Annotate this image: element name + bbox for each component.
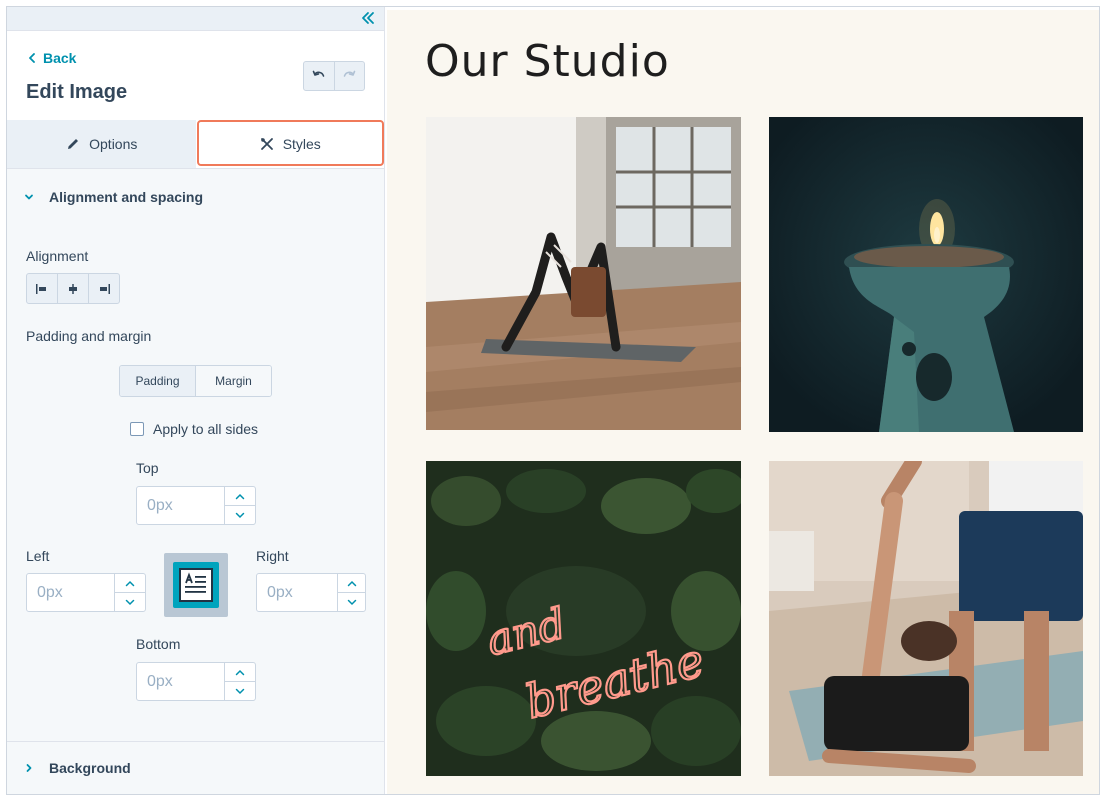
photo-yoga[interactable] — [426, 117, 741, 430]
undo-button[interactable] — [304, 62, 335, 90]
chevron-up-icon — [235, 493, 245, 499]
chevron-down-icon — [25, 194, 33, 200]
box-model-padding — [173, 562, 219, 608]
top-decrement-button[interactable] — [225, 506, 255, 524]
box-model-content — [179, 568, 213, 602]
align-right-icon — [100, 283, 110, 294]
page-title: Our Studio — [425, 36, 670, 87]
alignment-label: Alignment — [26, 248, 89, 264]
chevron-right-icon — [26, 764, 32, 772]
margin-toggle-button[interactable]: Margin — [196, 366, 271, 396]
apply-all-sides-label: Apply to all sides — [153, 421, 259, 437]
chevron-down-icon — [125, 599, 135, 605]
align-left-icon — [36, 283, 46, 294]
chevron-up-icon — [235, 669, 245, 675]
top-padding-input[interactable] — [137, 487, 224, 524]
tab-options-label: Options — [89, 136, 138, 152]
bottom-label: Bottom — [136, 636, 181, 652]
app-window: Back Edit Image Options Styles Alignment… — [6, 6, 1100, 795]
redo-icon — [343, 70, 356, 77]
section-background-toggle[interactable]: Background — [7, 742, 384, 794]
back-label: Back — [43, 50, 77, 66]
undo-redo-group — [303, 61, 365, 91]
top-increment-button[interactable] — [225, 487, 255, 506]
bottom-increment-button[interactable] — [225, 663, 255, 682]
right-padding-input[interactable] — [257, 574, 337, 611]
chevron-down-icon — [347, 599, 356, 605]
pencil-icon — [68, 139, 79, 149]
right-padding-field — [256, 573, 366, 612]
tab-styles[interactable]: Styles — [195, 120, 384, 168]
undo-icon — [312, 70, 325, 77]
right-stepper — [337, 574, 365, 611]
bottom-padding-input[interactable] — [137, 663, 224, 700]
left-stepper — [114, 574, 145, 611]
photo-neon-sign[interactable]: and breathe — [426, 461, 741, 776]
align-center-button[interactable] — [58, 274, 89, 303]
align-right-button[interactable] — [89, 274, 119, 303]
top-padding-field — [136, 486, 256, 525]
collapse-bar — [7, 7, 384, 31]
padding-margin-toggle: Padding Margin — [119, 365, 272, 397]
section-alignment-toggle[interactable]: Alignment and spacing — [7, 169, 384, 225]
page-preview: Our Studio and breathe — [385, 7, 1099, 794]
apply-all-sides-checkbox[interactable] — [130, 422, 144, 436]
chevron-left-icon — [29, 53, 35, 63]
chevron-up-icon — [125, 580, 135, 586]
left-increment-button[interactable] — [115, 574, 145, 593]
double-chevron-left-icon[interactable] — [360, 10, 376, 26]
image-text-icon — [185, 572, 206, 593]
alignment-buttons — [26, 273, 120, 304]
top-stepper — [224, 487, 255, 524]
chevron-down-icon — [235, 688, 245, 694]
preview-page: Our Studio and breathe — [387, 10, 1099, 794]
sidebar-tabs: Options Styles — [7, 120, 384, 169]
section-alignment-title: Alignment and spacing — [49, 189, 204, 205]
right-label: Right — [256, 548, 289, 564]
chevron-up-icon — [347, 580, 356, 586]
align-left-button[interactable] — [27, 274, 58, 303]
left-decrement-button[interactable] — [115, 593, 145, 611]
right-decrement-button[interactable] — [338, 593, 365, 611]
left-padding-input[interactable] — [27, 574, 114, 611]
align-center-icon — [69, 283, 77, 294]
left-label: Left — [26, 548, 50, 564]
left-padding-field — [26, 573, 146, 612]
tab-styles-label: Styles — [282, 136, 321, 152]
padding-margin-label: Padding and margin — [26, 328, 152, 344]
bottom-padding-field — [136, 662, 256, 701]
styles-icon — [260, 138, 273, 150]
bottom-decrement-button[interactable] — [225, 682, 255, 700]
section-background-title: Background — [49, 760, 131, 776]
photo-candle[interactable] — [769, 117, 1083, 432]
apply-all-sides-row[interactable]: Apply to all sides — [130, 421, 258, 437]
right-increment-button[interactable] — [338, 574, 365, 593]
padding-toggle-button[interactable]: Padding — [120, 366, 196, 396]
bottom-stepper — [224, 663, 255, 700]
panel-title: Edit Image — [26, 81, 128, 103]
top-label: Top — [136, 460, 159, 476]
box-model-diagram — [164, 553, 228, 617]
sidebar-header: Back Edit Image — [7, 31, 384, 120]
back-link[interactable]: Back — [27, 50, 76, 66]
photo-stretch[interactable] — [769, 461, 1083, 776]
tab-options[interactable]: Options — [7, 120, 196, 168]
chevron-down-icon — [235, 512, 245, 518]
redo-button[interactable] — [335, 62, 365, 90]
editor-sidebar: Back Edit Image Options Styles Alignment… — [7, 7, 385, 794]
